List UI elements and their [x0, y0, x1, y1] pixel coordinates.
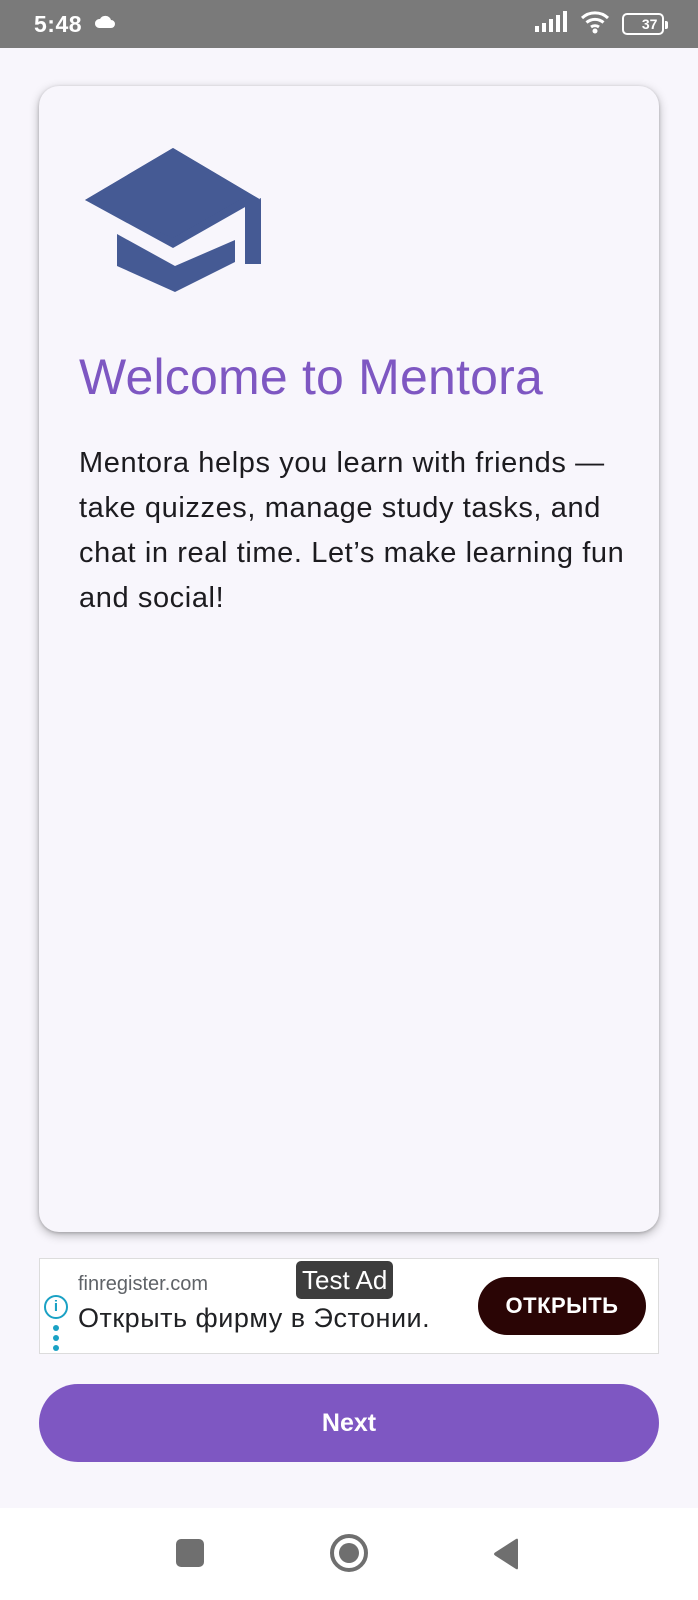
graduation-cap-icon: [85, 148, 265, 298]
battery-level: 37: [641, 16, 658, 32]
status-right: 37: [534, 10, 668, 39]
ad-banner[interactable]: Test Ad i finregister.com Открыть фирму …: [39, 1258, 659, 1354]
welcome-card: Welcome to Mentora Mentora helps you lea…: [39, 86, 659, 1232]
more-vert-icon[interactable]: [52, 1325, 59, 1351]
system-nav-bar: [0, 1508, 698, 1600]
ad-headline[interactable]: Открыть фирму в Эстонии.: [78, 1303, 430, 1334]
next-button[interactable]: Next: [39, 1384, 659, 1462]
ad-domain: finregister.com: [78, 1273, 209, 1295]
signal-icon: [534, 10, 568, 38]
home-icon[interactable]: [330, 1534, 368, 1572]
test-ad-badge: Test Ad: [296, 1261, 394, 1299]
recents-icon[interactable]: [176, 1539, 204, 1567]
ad-open-button[interactable]: ОТКРЫТЬ: [478, 1277, 646, 1335]
wifi-icon: [580, 10, 610, 39]
info-icon[interactable]: i: [44, 1295, 68, 1319]
battery-icon: 37: [622, 13, 668, 35]
back-icon[interactable]: [492, 1538, 522, 1570]
welcome-description: Mentora helps you learn with friends — t…: [79, 447, 625, 614]
status-bar: 5:48 37: [0, 0, 698, 48]
cloud-icon: [94, 15, 116, 34]
status-left: 5:48: [34, 11, 116, 38]
status-time: 5:48: [34, 10, 83, 37]
welcome-title: Welcome to Mentora: [79, 349, 543, 405]
